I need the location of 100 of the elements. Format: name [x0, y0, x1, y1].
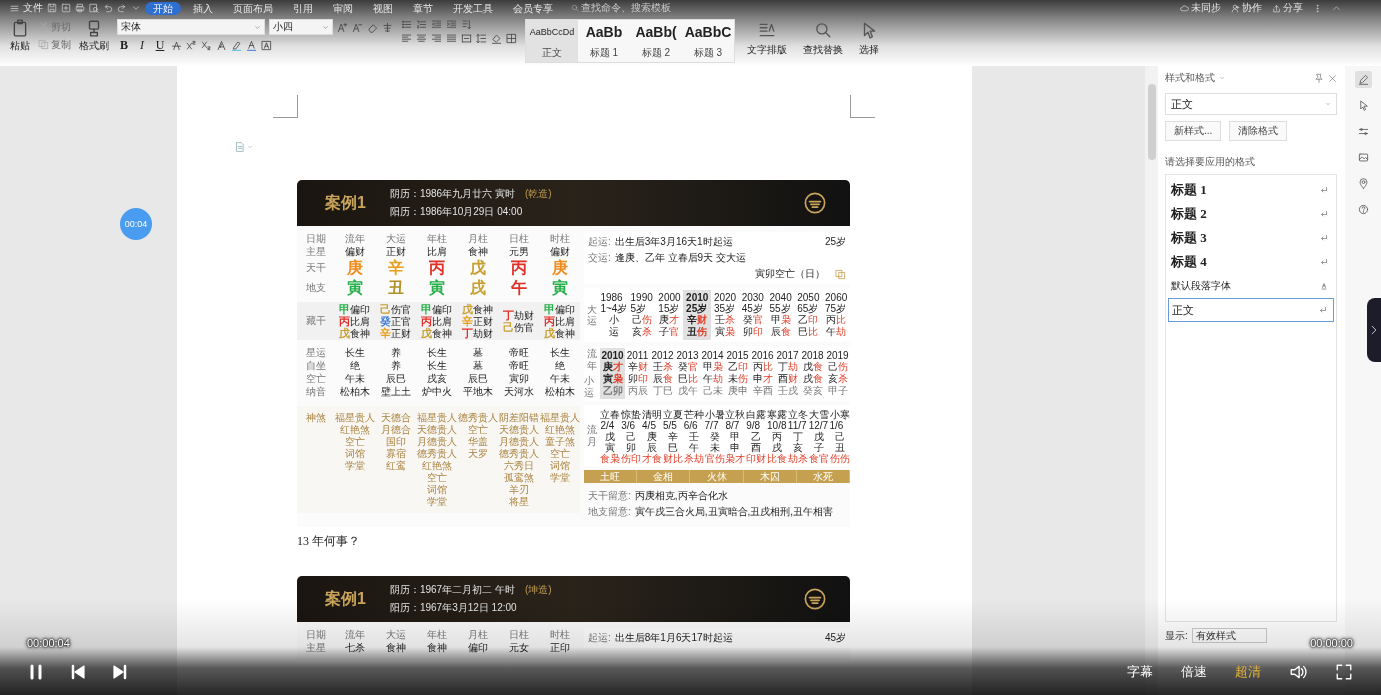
justify-icon[interactable]: [446, 33, 457, 44]
file-menu[interactable]: 文件: [23, 1, 43, 15]
player-button[interactable]: 倍速: [1181, 663, 1207, 681]
phonetic-icon[interactable]: [382, 21, 393, 33]
style-list-item[interactable]: 标题 1: [1168, 178, 1334, 202]
style-list-item[interactable]: 标题 2: [1168, 202, 1334, 226]
sort-icon[interactable]: [461, 19, 472, 30]
decade-item[interactable]: 2020 35岁 壬杀 寅枭: [711, 290, 739, 340]
font-dropdown[interactable]: 宋体: [117, 19, 265, 35]
format-button[interactable]: I: [135, 38, 149, 53]
borders-icon[interactable]: [506, 33, 517, 44]
decade-item[interactable]: 2050 65岁 乙印 巳比: [794, 290, 823, 340]
help-icon[interactable]: [1357, 204, 1369, 215]
fullscreen-icon[interactable]: [1335, 663, 1353, 681]
ribbon-tab[interactable]: 开发工具: [445, 1, 501, 15]
ribbon-tab[interactable]: 开始: [145, 1, 181, 15]
save-icon[interactable]: [47, 3, 57, 13]
next-icon[interactable]: [112, 664, 128, 680]
person-add-icon[interactable]: [1231, 3, 1240, 13]
player-button[interactable]: 超清: [1235, 663, 1261, 681]
bullet-list-icon[interactable]: [401, 19, 412, 30]
year-item[interactable]: 2019 己伤 亥杀 甲子: [825, 348, 850, 399]
print-icon[interactable]: [75, 3, 85, 13]
pointer-icon[interactable]: [1357, 100, 1369, 111]
decade-item[interactable]: 2030 45岁 癸官 卯印: [738, 290, 767, 340]
shading-icon[interactable]: [491, 33, 502, 44]
font-grow-icon[interactable]: [337, 21, 348, 33]
align-left-icon[interactable]: [401, 33, 412, 44]
numbered-list-icon[interactable]: [416, 19, 427, 30]
print-preview-icon[interactable]: [89, 3, 99, 13]
redo-icon[interactable]: [117, 3, 127, 13]
close-icon[interactable]: [1328, 73, 1337, 83]
style-list-item[interactable]: 默认段落字体: [1168, 274, 1334, 298]
format-button[interactable]: B: [117, 38, 131, 53]
year-item[interactable]: 2015 乙印 未伤 庚申: [725, 348, 750, 399]
subscript-icon[interactable]: [201, 40, 212, 51]
image-icon[interactable]: [1357, 152, 1369, 163]
panel-title[interactable]: 样式和格式: [1165, 71, 1215, 85]
style-list-item[interactable]: 标题 4: [1168, 250, 1334, 274]
toolbar-button[interactable]: 查找替换: [799, 19, 847, 59]
cloud-icon[interactable]: [1180, 3, 1189, 13]
font-shrink-icon[interactable]: [352, 21, 363, 33]
share-icon[interactable]: [1272, 3, 1281, 13]
player-button[interactable]: 字幕: [1127, 663, 1153, 681]
style-preset[interactable]: AaBb 标题 1: [578, 20, 630, 62]
year-item[interactable]: 2012 壬杀 辰食 丁巳: [650, 348, 675, 399]
align-right-icon[interactable]: [431, 33, 442, 44]
year-item[interactable]: 2010 庚才 寅枭 乙卯: [600, 348, 625, 399]
ribbon-tab[interactable]: 章节: [405, 1, 441, 15]
undo-icon[interactable]: [103, 3, 113, 13]
strikethrough-icon[interactable]: [171, 40, 182, 51]
align-center-icon[interactable]: [416, 33, 427, 44]
distribute-icon[interactable]: [461, 33, 472, 44]
year-item[interactable]: 2014 甲枭 午劫 己未: [700, 348, 725, 399]
font-color-icon[interactable]: [246, 40, 257, 51]
format-button[interactable]: U: [153, 38, 167, 53]
text-outline-icon[interactable]: [216, 40, 227, 51]
toolbar-button[interactable]: 粘贴: [10, 19, 30, 53]
chevron-up-icon[interactable]: [1332, 3, 1341, 13]
style-preset[interactable]: AaBbC 标题 3: [682, 20, 734, 62]
more-icon[interactable]: [1313, 3, 1322, 13]
toolbar-link[interactable]: 协作: [1242, 1, 1262, 15]
year-item[interactable]: 2016 丙比 申才 辛酉: [750, 348, 775, 399]
superscript-icon[interactable]: [186, 40, 197, 51]
decade-item[interactable]: 2010 25岁 辛财 丑伤: [683, 290, 712, 340]
eraser-icon[interactable]: [367, 21, 378, 33]
toolbar-button[interactable]: 选择: [855, 19, 883, 59]
show-dropdown[interactable]: 有效样式: [1191, 628, 1267, 643]
ribbon-tab[interactable]: 页面布局: [225, 1, 281, 15]
menu-icon[interactable]: [10, 3, 19, 13]
panel-button[interactable]: 清除格式: [1229, 121, 1288, 141]
toolbar-button[interactable]: 文字排版: [743, 19, 791, 59]
decade-item[interactable]: 1986 1~4岁 小 运: [600, 290, 628, 340]
line-spacing-icon[interactable]: [476, 33, 487, 44]
caret-icon[interactable]: [131, 3, 141, 13]
year-item[interactable]: 2018 戊食 戌食 癸亥: [800, 348, 825, 399]
pen-icon[interactable]: [1357, 74, 1369, 85]
decade-item[interactable]: 1990 5岁 己伤 亥杀: [627, 290, 656, 340]
sliders-icon[interactable]: [1357, 126, 1369, 137]
decade-item[interactable]: 2060 75岁 丙比 午劫: [822, 290, 851, 340]
ribbon-tab[interactable]: 会员专享: [505, 1, 561, 15]
style-list-item[interactable]: 标题 3: [1168, 226, 1334, 250]
font-size-dropdown[interactable]: 小四: [269, 19, 333, 35]
ribbon-tab[interactable]: 插入: [185, 1, 221, 15]
toolbar-link[interactable]: 分享: [1283, 1, 1303, 15]
sync-status[interactable]: 未同步: [1191, 1, 1221, 15]
ribbon-tab[interactable]: 审阅: [325, 1, 361, 15]
decade-item[interactable]: 2000 15岁 庚才 子官: [655, 290, 684, 340]
volume-icon[interactable]: [1289, 663, 1307, 681]
copy-icon[interactable]: [835, 268, 846, 280]
character-border-icon[interactable]: [261, 40, 272, 51]
panel-button[interactable]: 新样式...: [1165, 121, 1222, 141]
previous-icon[interactable]: [70, 664, 86, 680]
pause-icon[interactable]: [28, 664, 44, 680]
command-search-field[interactable]: 查找命令、搜索模板: [581, 1, 671, 15]
year-item[interactable]: 2017 丁劫 酉财 壬戌: [775, 348, 800, 399]
location-pin-icon[interactable]: [1357, 178, 1369, 189]
scrollbar-thumb[interactable]: [1147, 84, 1156, 160]
expand-tab[interactable]: [1367, 298, 1381, 362]
outdent-icon[interactable]: [431, 19, 442, 30]
